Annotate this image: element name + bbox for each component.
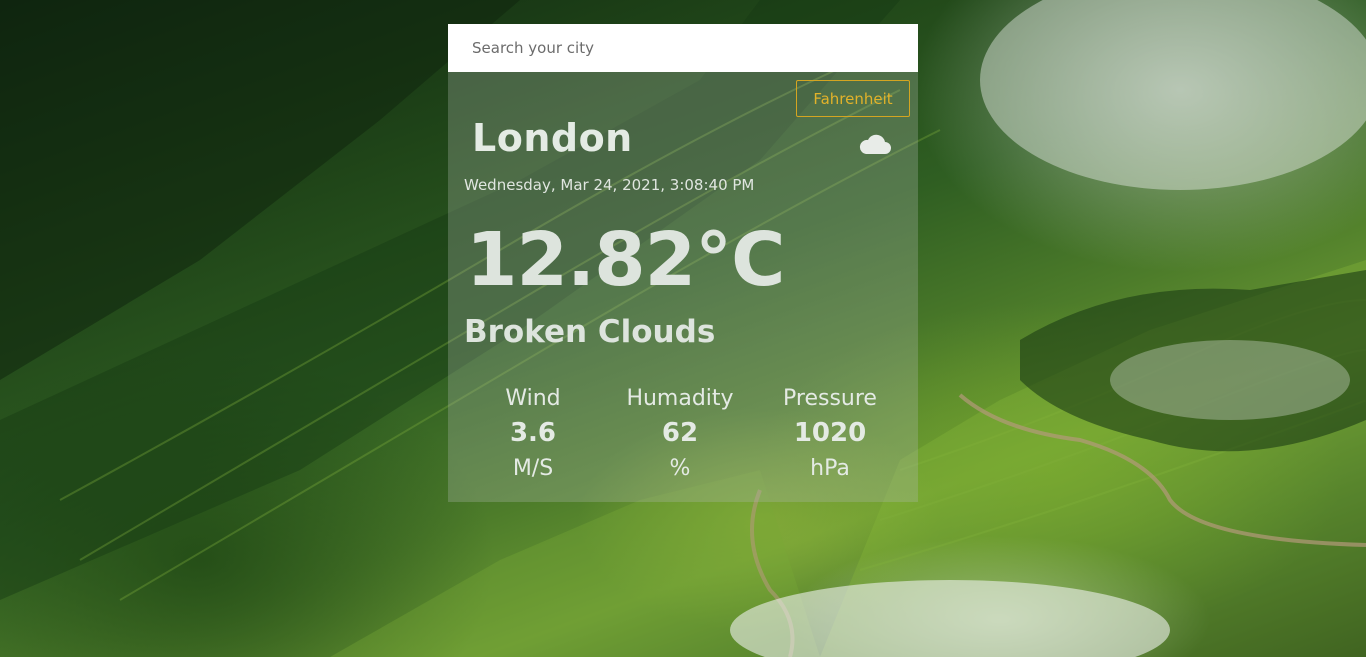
pressure-label: Pressure bbox=[783, 386, 877, 411]
cloud-icon bbox=[859, 134, 891, 154]
wind-unit: M/S bbox=[512, 456, 554, 481]
humidity-stat: Humadity 62 % bbox=[600, 384, 760, 486]
search-input[interactable] bbox=[448, 24, 918, 72]
pressure-value: 1020 bbox=[793, 418, 867, 448]
search-bar[interactable] bbox=[448, 24, 918, 72]
wind-stat: Wind 3.6 M/S bbox=[453, 384, 613, 486]
humidity-label: Humadity bbox=[626, 386, 734, 411]
humidity-unit: % bbox=[669, 456, 691, 481]
pressure-unit: hPa bbox=[810, 456, 850, 481]
wind-label: Wind bbox=[505, 386, 561, 411]
weather-card: Fahrenheit London Wednesday, Mar 24, 202… bbox=[448, 72, 918, 502]
fahrenheit-toggle-button[interactable]: Fahrenheit bbox=[796, 80, 910, 117]
wind-value: 3.6 bbox=[509, 418, 557, 448]
date-time: Wednesday, Mar 24, 2021, 3:08:40 PM bbox=[464, 176, 755, 194]
humidity-value: 62 bbox=[661, 418, 699, 448]
city-name: London bbox=[472, 116, 633, 160]
temperature: 12.82°C bbox=[466, 217, 785, 303]
weather-description: Broken Clouds bbox=[464, 314, 716, 350]
pressure-stat: Pressure 1020 hPa bbox=[750, 384, 910, 486]
